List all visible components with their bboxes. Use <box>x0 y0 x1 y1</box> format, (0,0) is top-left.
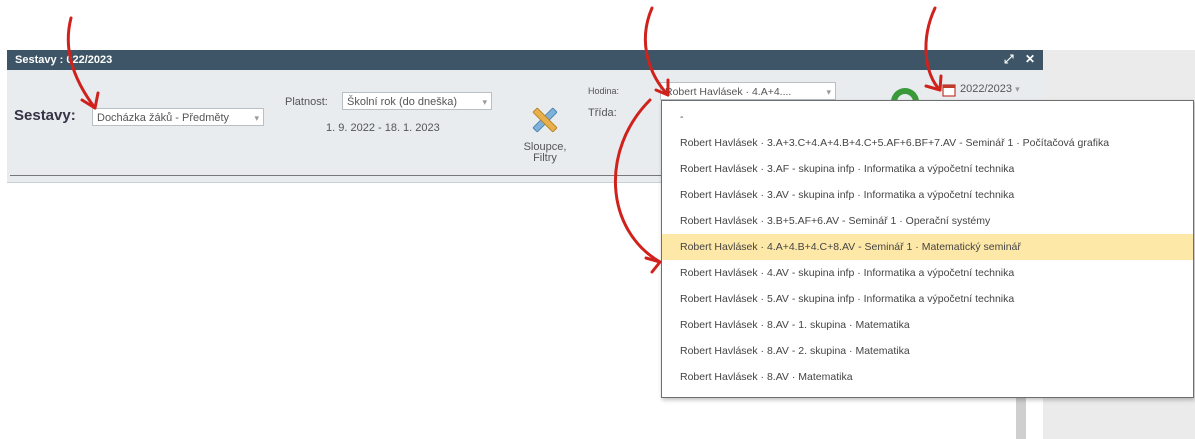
platnost-label: Platnost: <box>285 96 328 108</box>
dropdown-option[interactable]: Robert Havlásek · 3.B+5.AF+6.AV - Seminá… <box>662 208 1193 234</box>
dropdown-option[interactable]: Robert Havlásek · 3.AF - skupina infp · … <box>662 156 1193 182</box>
dropdown-option[interactable]: Robert Havlásek · 8.AV - 1. skupina · Ma… <box>662 312 1193 338</box>
dropdown-option[interactable]: Robert Havlásek · 5.AV - skupina infp · … <box>662 286 1193 312</box>
dropdown-option[interactable]: Robert Havlásek · 4.AV - skupina infp · … <box>662 260 1193 286</box>
trida-label: Třída: <box>588 107 617 119</box>
dropdown-option[interactable]: - <box>662 104 1193 130</box>
calendar-icon <box>942 84 956 97</box>
window-titlebar: Sestavy : 022/2023 ⤢ ✕ <box>7 50 1043 70</box>
dropdown-option[interactable]: Robert Havlásek · 3.A+3.C+4.A+4.B+4.C+5.… <box>662 130 1193 156</box>
lesson-dropdown-list: - Robert Havlásek · 3.A+3.C+4.A+4.B+4.C+5… <box>661 100 1194 398</box>
window-title: Sestavy : 022/2023 <box>15 54 113 66</box>
school-year-select[interactable]: 2022/2023 ▾ <box>960 83 1020 95</box>
validity-select-value: Školní rok (do dneška) <box>347 96 458 108</box>
chevron-down-icon: ▾ <box>482 97 487 107</box>
chevron-down-icon: ▾ <box>254 113 259 123</box>
report-select[interactable]: Docházka žáků - Předměty ▾ <box>92 108 264 126</box>
chevron-down-icon: ▾ <box>826 87 831 97</box>
expand-icon[interactable]: ⤢ <box>1004 52 1014 67</box>
columns-filters-button[interactable]: Sloupce, Filtry <box>517 142 573 164</box>
dropdown-option-selected[interactable]: Robert Havlásek · 4.A+4.B+4.C+8.AV - Sem… <box>662 234 1193 260</box>
lesson-select[interactable]: Robert Havlásek · 4.A+4.... ▾ <box>660 82 836 100</box>
pencil-ruler-icon[interactable] <box>529 104 561 136</box>
school-year-value: 2022/2023 <box>960 83 1012 95</box>
dropdown-option[interactable]: Robert Havlásek · 8.AV - 2. skupina · Ma… <box>662 338 1193 364</box>
date-range: 1. 9. 2022 - 18. 1. 2023 <box>326 122 440 134</box>
close-icon[interactable]: ✕ <box>1025 52 1035 66</box>
report-select-value: Docházka žáků - Předměty <box>97 112 230 124</box>
validity-select[interactable]: Školní rok (do dneška) ▾ <box>342 92 492 110</box>
lesson-select-value: Robert Havlásek · 4.A+4.... <box>665 86 792 98</box>
sestavy-label: Sestavy: <box>14 107 76 124</box>
dropdown-option[interactable]: Robert Havlásek · 8.AV · Matematika <box>662 364 1193 390</box>
filters-label: Filtry <box>533 152 557 164</box>
green-refresh-icon[interactable] <box>887 80 923 102</box>
chevron-down-icon: ▾ <box>1015 84 1020 94</box>
hodina-label: Hodina: <box>588 86 620 96</box>
dropdown-option[interactable]: Robert Havlásek · 3.AV - skupina infp · … <box>662 182 1193 208</box>
